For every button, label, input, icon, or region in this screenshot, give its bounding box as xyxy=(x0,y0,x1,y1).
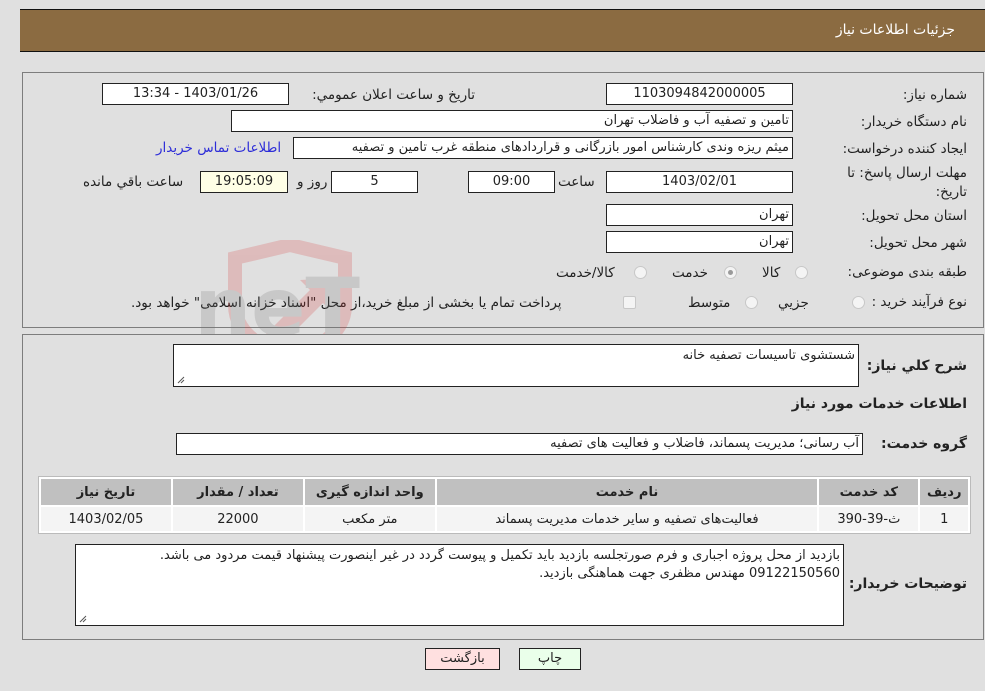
city-field[interactable]: تهران xyxy=(606,231,793,253)
city-label: شهر محل تحویل: xyxy=(869,235,967,251)
col-service-code: کد خدمت xyxy=(819,479,919,505)
cell-need-date: 1403/02/05 xyxy=(41,507,171,531)
need-number-field[interactable]: 1103094842000005 xyxy=(606,83,793,105)
cell-row-number: 1 xyxy=(920,507,968,531)
purchase-minor-label: جزيي xyxy=(778,295,809,311)
treasury-checkbox[interactable] xyxy=(623,296,636,309)
page-title: جزئیات اطلاعات نیاز xyxy=(835,22,955,38)
items-table-wrapper: رديف کد خدمت نام خدمت واحد اندازه گیری ت… xyxy=(38,476,971,534)
requester-label: ایجاد کننده درخواست: xyxy=(842,141,967,157)
service-group-label: گروه خدمت: xyxy=(881,436,967,452)
need-number-label: شماره نیاز: xyxy=(902,87,967,103)
deadline-label: مهلت ارسال پاسخ: تا تاریخ: xyxy=(847,165,967,200)
col-service-name: نام خدمت xyxy=(436,479,818,505)
remaining-label: ساعت باقي مانده xyxy=(83,174,184,190)
category-goods-label: کالا xyxy=(762,265,781,281)
announce-label: تاريخ و ساعت اعلان عمومي: xyxy=(312,87,475,103)
col-quantity: تعداد / مقدار xyxy=(172,479,303,505)
items-table: رديف کد خدمت نام خدمت واحد اندازه گیری ت… xyxy=(39,477,970,533)
cell-quantity: 22000 xyxy=(172,507,303,531)
buyer-notes-line-2: 09122150560 مهندس مظفری جهت هماهنگی بازد… xyxy=(539,566,840,581)
treasury-note: پرداخت تمام یا بخشی از مبلغ خرید،از محل … xyxy=(131,295,562,311)
col-row-number: رديف xyxy=(920,479,968,505)
cell-unit: متر مکعب xyxy=(304,507,435,531)
col-unit: واحد اندازه گیری xyxy=(304,479,435,505)
service-group-field[interactable]: آب رسانی؛ مدیریت پسماند، فاضلاب و فعالیت… xyxy=(176,433,863,455)
deadline-date-field[interactable]: 1403/02/01 xyxy=(606,171,793,193)
description-text: شستشوی تاسیسات تصفیه خانه xyxy=(682,348,855,363)
table-row: 1 ث-39-390 فعالیت‌های تصفیه و سایر خدمات… xyxy=(41,507,968,531)
services-heading: اطلاعات خدمات مورد نیاز xyxy=(791,396,967,412)
buyer-notes-line-1: بازدید از محل پروژه اجباری و فرم صورتجلس… xyxy=(159,548,840,563)
deadline-days-field[interactable]: 5 xyxy=(331,171,418,193)
deadline-time-label: ساعت xyxy=(558,174,595,190)
print-button[interactable]: چاپ xyxy=(519,648,581,670)
requester-field[interactable]: میثم ریزه وندی کارشناس امور بازرگانی و ق… xyxy=(293,137,793,159)
description-textarea[interactable]: شستشوی تاسیسات تصفیه خانه xyxy=(173,344,859,387)
purchase-radio-minor[interactable] xyxy=(852,296,865,309)
buyer-contact-link[interactable]: اطلاعات تماس خریدار xyxy=(156,140,281,156)
category-label: طبقه بندی موضوعی: xyxy=(847,264,967,280)
category-service-label: خدمت xyxy=(672,265,708,281)
buyer-org-label: نام دستگاه خریدار: xyxy=(860,114,967,130)
description-label: شرح کلي نياز: xyxy=(866,358,967,374)
purchase-radio-medium[interactable] xyxy=(745,296,758,309)
table-header-row: رديف کد خدمت نام خدمت واحد اندازه گیری ت… xyxy=(41,479,968,505)
province-field[interactable]: تهران xyxy=(606,204,793,226)
purchase-medium-label: متوسط xyxy=(688,295,731,311)
cell-service-code: ث-39-390 xyxy=(819,507,919,531)
buyer-notes-textarea[interactable]: بازدید از محل پروژه اجباری و فرم صورتجلس… xyxy=(75,544,844,626)
resize-handle-icon[interactable] xyxy=(79,615,87,623)
deadline-time-field[interactable]: 09:00 xyxy=(468,171,555,193)
remaining-time-field: 19:05:09 xyxy=(200,171,288,193)
days-label: روز و xyxy=(297,174,328,190)
announce-field[interactable]: 1403/01/26 - 13:34 xyxy=(102,83,289,105)
category-radio-goods[interactable] xyxy=(795,266,808,279)
category-goods-service-label: کالا/خدمت xyxy=(556,265,615,281)
province-label: استان محل تحویل: xyxy=(861,208,967,224)
col-need-date: تاریخ نیاز xyxy=(41,479,171,505)
back-button[interactable]: بازگشت xyxy=(425,648,500,670)
resize-handle-icon[interactable] xyxy=(177,376,185,384)
category-radio-goods-service[interactable] xyxy=(634,266,647,279)
buyer-org-field[interactable]: تامین و تصفیه آب و فاضلاب تهران xyxy=(231,110,793,132)
category-radio-service[interactable] xyxy=(724,266,737,279)
buyer-notes-label: توضیحات خریدار: xyxy=(848,576,967,592)
purchase-type-label: نوع فرآیند خرید : xyxy=(871,294,967,310)
cell-service-name: فعالیت‌های تصفیه و سایر خدمات مدیریت پسم… xyxy=(436,507,818,531)
page-header: جزئیات اطلاعات نیاز xyxy=(20,9,985,52)
